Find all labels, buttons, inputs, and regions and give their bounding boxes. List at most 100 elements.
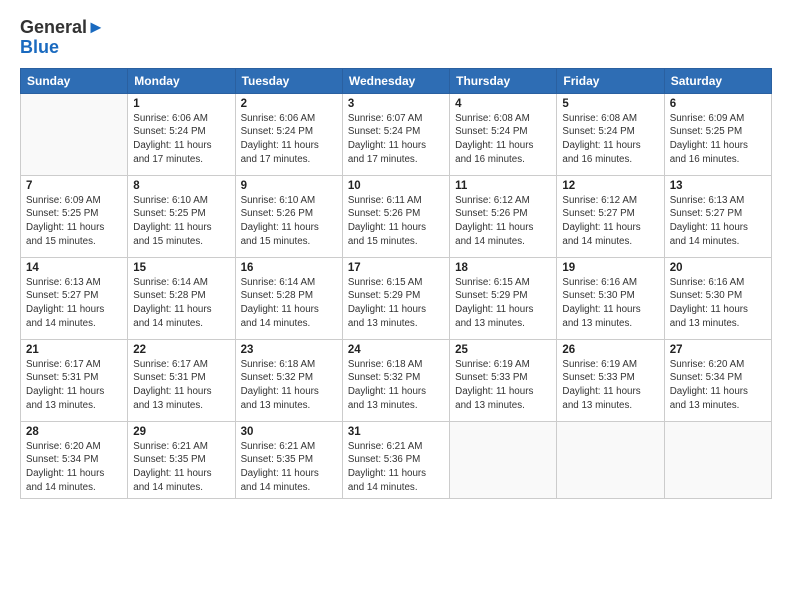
calendar-week-3: 14Sunrise: 6:13 AMSunset: 5:27 PMDayligh…: [21, 257, 772, 339]
day-info: Sunrise: 6:15 AMSunset: 5:29 PMDaylight:…: [348, 276, 444, 331]
calendar-cell: 13 Sunrise: 6:13 AMSunset: 5:27 PMDayligh…: [664, 175, 771, 257]
day-info: Sunrise: 6:20 AMSunset: 5:34 PMDaylight:…: [26, 440, 122, 495]
day-info: Sunrise: 6:21 AMSunset: 5:36 PMDaylight:…: [348, 440, 444, 495]
header: General► Blue: [20, 18, 772, 58]
day-number: 30: [241, 426, 337, 438]
calendar-cell: [557, 421, 664, 499]
calendar-cell: 7Sunrise: 6:09 AMSunset: 5:25 PMDaylight…: [21, 175, 128, 257]
day-number: 17: [348, 262, 444, 274]
calendar-cell: [664, 421, 771, 499]
day-info: Sunrise: 6:18 AMSunset: 5:32 PMDaylight:…: [241, 358, 337, 413]
day-info: Sunrise: 6:13 AMSunset: 5:27 PMDaylight:…: [670, 194, 766, 249]
day-info: Sunrise: 6:15 AMSunset: 5:29 PMDaylight:…: [455, 276, 551, 331]
calendar-cell: 12Sunrise: 6:12 AMSunset: 5:27 PMDayligh…: [557, 175, 664, 257]
calendar-cell: 2 Sunrise: 6:06 AMSunset: 5:24 PMDaylight…: [235, 93, 342, 175]
day-info: Sunrise: 6:12 AMSunset: 5:26 PMDaylight:…: [455, 194, 551, 249]
day-number: 11: [455, 180, 551, 192]
calendar-cell: 14Sunrise: 6:13 AMSunset: 5:27 PMDayligh…: [21, 257, 128, 339]
day-number: 28: [26, 426, 122, 438]
day-info: Sunrise: 6:13 AMSunset: 5:27 PMDaylight:…: [26, 276, 122, 331]
calendar-header-row: SundayMondayTuesdayWednesdayThursdayFrid…: [21, 68, 772, 93]
day-number: 4: [455, 98, 551, 110]
day-info: Sunrise: 6:06 AMSunset: 5:24 PMDaylight:…: [241, 112, 337, 167]
logo-text: General► Blue: [20, 18, 105, 58]
day-info: Sunrise: 6:19 AMSunset: 5:33 PMDaylight:…: [562, 358, 658, 413]
calendar-cell: 19 Sunrise: 6:16 AMSunset: 5:30 PMDayligh…: [557, 257, 664, 339]
day-info: Sunrise: 6:17 AMSunset: 5:31 PMDaylight:…: [133, 358, 229, 413]
calendar-cell: 9Sunrise: 6:10 AMSunset: 5:26 PMDaylight…: [235, 175, 342, 257]
day-number: 3: [348, 98, 444, 110]
weekday-header-sunday: Sunday: [21, 68, 128, 93]
day-number: 31: [348, 426, 444, 438]
day-number: 26: [562, 344, 658, 356]
calendar-cell: 5 Sunrise: 6:08 AMSunset: 5:24 PMDaylight…: [557, 93, 664, 175]
calendar-cell: 17 Sunrise: 6:15 AMSunset: 5:29 PMDayligh…: [342, 257, 449, 339]
calendar-cell: 30 Sunrise: 6:21 AMSunset: 5:35 PMDayligh…: [235, 421, 342, 499]
calendar-week-5: 28 Sunrise: 6:20 AMSunset: 5:34 PMDayligh…: [21, 421, 772, 499]
page: General► Blue SundayMondayTuesdayWednesd…: [0, 0, 792, 612]
calendar-cell: 10 Sunrise: 6:11 AMSunset: 5:26 PMDayligh…: [342, 175, 449, 257]
calendar-cell: 26 Sunrise: 6:19 AMSunset: 5:33 PMDayligh…: [557, 339, 664, 421]
day-number: 19: [562, 262, 658, 274]
day-info: Sunrise: 6:16 AMSunset: 5:30 PMDaylight:…: [670, 276, 766, 331]
calendar-cell: 29Sunrise: 6:21 AMSunset: 5:35 PMDayligh…: [128, 421, 235, 499]
weekday-header-saturday: Saturday: [664, 68, 771, 93]
logo-blue: Blue: [20, 37, 59, 57]
day-number: 1: [133, 98, 229, 110]
day-info: Sunrise: 6:21 AMSunset: 5:35 PMDaylight:…: [133, 440, 229, 495]
calendar-cell: 31 Sunrise: 6:21 AMSunset: 5:36 PMDayligh…: [342, 421, 449, 499]
calendar-cell: 3 Sunrise: 6:07 AMSunset: 5:24 PMDaylight…: [342, 93, 449, 175]
day-number: 18: [455, 262, 551, 274]
calendar-table: SundayMondayTuesdayWednesdayThursdayFrid…: [20, 68, 772, 500]
calendar-cell: 1 Sunrise: 6:06 AMSunset: 5:24 PMDaylight…: [128, 93, 235, 175]
logo: General► Blue: [20, 18, 105, 58]
day-info: Sunrise: 6:11 AMSunset: 5:26 PMDaylight:…: [348, 194, 444, 249]
day-number: 27: [670, 344, 766, 356]
day-info: Sunrise: 6:08 AMSunset: 5:24 PMDaylight:…: [455, 112, 551, 167]
calendar-cell: 23 Sunrise: 6:18 AMSunset: 5:32 PMDayligh…: [235, 339, 342, 421]
day-number: 21: [26, 344, 122, 356]
weekday-header-wednesday: Wednesday: [342, 68, 449, 93]
weekday-header-thursday: Thursday: [450, 68, 557, 93]
day-number: 8: [133, 180, 229, 192]
day-number: 24: [348, 344, 444, 356]
calendar-cell: [450, 421, 557, 499]
day-number: 16: [241, 262, 337, 274]
calendar-cell: 24 Sunrise: 6:18 AMSunset: 5:32 PMDayligh…: [342, 339, 449, 421]
calendar-cell: 28 Sunrise: 6:20 AMSunset: 5:34 PMDayligh…: [21, 421, 128, 499]
logo-general: General: [20, 17, 87, 37]
day-number: 23: [241, 344, 337, 356]
day-number: 12: [562, 180, 658, 192]
day-info: Sunrise: 6:21 AMSunset: 5:35 PMDaylight:…: [241, 440, 337, 495]
weekday-header-monday: Monday: [128, 68, 235, 93]
day-number: 10: [348, 180, 444, 192]
day-info: Sunrise: 6:17 AMSunset: 5:31 PMDaylight:…: [26, 358, 122, 413]
day-number: 2: [241, 98, 337, 110]
day-info: Sunrise: 6:07 AMSunset: 5:24 PMDaylight:…: [348, 112, 444, 167]
calendar-week-2: 7Sunrise: 6:09 AMSunset: 5:25 PMDaylight…: [21, 175, 772, 257]
day-info: Sunrise: 6:10 AMSunset: 5:25 PMDaylight:…: [133, 194, 229, 249]
day-info: Sunrise: 6:20 AMSunset: 5:34 PMDaylight:…: [670, 358, 766, 413]
calendar-cell: 16 Sunrise: 6:14 AMSunset: 5:28 PMDayligh…: [235, 257, 342, 339]
day-number: 20: [670, 262, 766, 274]
day-info: Sunrise: 6:18 AMSunset: 5:32 PMDaylight:…: [348, 358, 444, 413]
day-info: Sunrise: 6:14 AMSunset: 5:28 PMDaylight:…: [241, 276, 337, 331]
calendar-cell: 4 Sunrise: 6:08 AMSunset: 5:24 PMDaylight…: [450, 93, 557, 175]
calendar-cell: 25Sunrise: 6:19 AMSunset: 5:33 PMDayligh…: [450, 339, 557, 421]
day-number: 6: [670, 98, 766, 110]
day-number: 13: [670, 180, 766, 192]
day-info: Sunrise: 6:16 AMSunset: 5:30 PMDaylight:…: [562, 276, 658, 331]
calendar-cell: 15Sunrise: 6:14 AMSunset: 5:28 PMDayligh…: [128, 257, 235, 339]
day-info: Sunrise: 6:09 AMSunset: 5:25 PMDaylight:…: [26, 194, 122, 249]
day-number: 5: [562, 98, 658, 110]
weekday-header-friday: Friday: [557, 68, 664, 93]
calendar-cell: 18 Sunrise: 6:15 AMSunset: 5:29 PMDayligh…: [450, 257, 557, 339]
logo-arrow-icon: ►: [87, 17, 105, 37]
day-number: 9: [241, 180, 337, 192]
weekday-header-tuesday: Tuesday: [235, 68, 342, 93]
day-info: Sunrise: 6:06 AMSunset: 5:24 PMDaylight:…: [133, 112, 229, 167]
day-info: Sunrise: 6:08 AMSunset: 5:24 PMDaylight:…: [562, 112, 658, 167]
day-number: 15: [133, 262, 229, 274]
calendar-week-4: 21 Sunrise: 6:17 AMSunset: 5:31 PMDayligh…: [21, 339, 772, 421]
calendar-cell: 20 Sunrise: 6:16 AMSunset: 5:30 PMDayligh…: [664, 257, 771, 339]
